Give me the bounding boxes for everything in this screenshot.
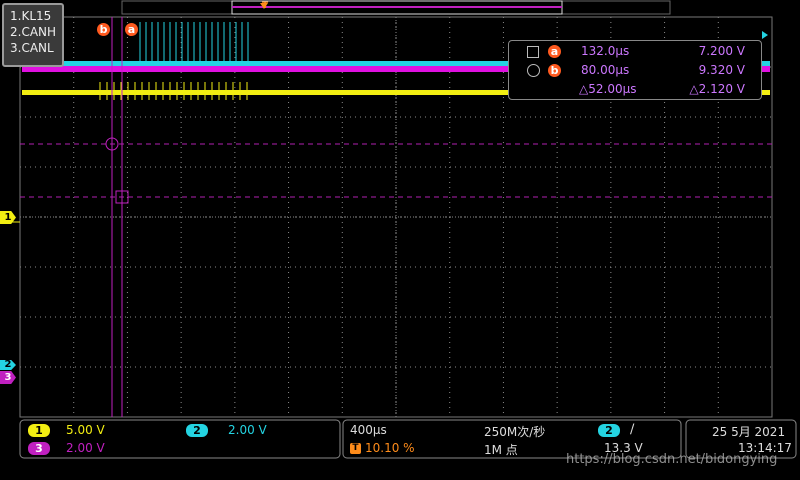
measure-b-volt: 9.320 V — [698, 63, 745, 77]
legend-ch1: 1.KL15 — [10, 9, 52, 23]
cursor-measure-panel: a 132.0μs 7.200 V b 80.00μs 9.320 V △52.… — [508, 40, 762, 100]
ch3-scale: 2.00 V — [66, 441, 105, 455]
memory-depth: 1M 点 — [484, 443, 518, 457]
channel-label-legend: 1.KL15 2.CANH 3.CANL — [2, 3, 64, 67]
ch1-scale: 5.00 V — [66, 423, 105, 437]
cursor-b-marker[interactable]: b — [97, 23, 110, 36]
trigger-position-value: 10.10 % — [365, 441, 415, 455]
measure-a-time: 132.0μs — [581, 44, 630, 58]
trigger-edge-icon: ∕ — [630, 422, 635, 437]
date: 25 5月 2021 — [712, 425, 786, 439]
measure-delta-time: △52.00μs — [579, 82, 637, 96]
ch2-scale: 2.00 V — [228, 423, 267, 437]
circle-icon — [527, 64, 540, 77]
sample-rate: 250M次/秒 — [484, 425, 546, 439]
cursor-a-marker[interactable]: a — [125, 23, 138, 36]
watermark: https://blog.csdn.net/bidongying — [566, 452, 778, 467]
trigger-source-chip[interactable]: 2 — [598, 424, 620, 437]
measure-b-time: 80.00μs — [581, 63, 630, 77]
measure-delta-volt: △2.120 V — [689, 82, 745, 96]
measure-a-volt: 7.200 V — [698, 44, 745, 58]
legend-ch3: 3.CANL — [10, 41, 54, 55]
measure-b-marker: b — [548, 64, 561, 77]
ch1-chip[interactable]: 1 — [28, 424, 50, 437]
square-icon — [527, 46, 539, 58]
ch2-chip[interactable]: 2 — [186, 424, 208, 437]
measure-a-marker: a — [548, 45, 561, 58]
trigger-position-icon-small: T — [350, 443, 361, 454]
trigger-marker-label: T — [262, 1, 269, 11]
ch2-trigger-level-marker[interactable] — [762, 31, 768, 39]
timebase-value: 400μs — [350, 423, 387, 437]
legend-ch2: 2.CANH — [10, 25, 57, 39]
ch3-chip[interactable]: 3 — [28, 442, 50, 455]
